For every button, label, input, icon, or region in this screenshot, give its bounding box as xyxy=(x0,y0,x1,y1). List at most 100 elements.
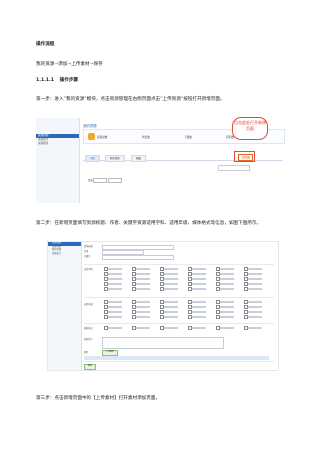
divider xyxy=(84,361,274,362)
option-label-placeholder xyxy=(164,311,178,313)
option-label-placeholder xyxy=(108,283,122,285)
tab-favorites[interactable]: 收藏 xyxy=(131,155,146,162)
option-label-placeholder xyxy=(192,273,206,275)
field-label: 资源简介 xyxy=(84,339,93,341)
option-label-placeholder xyxy=(136,316,150,318)
option-label-placeholder xyxy=(220,283,234,285)
option-label-placeholder xyxy=(220,306,234,308)
option-label-placeholder xyxy=(248,301,262,303)
option-label-placeholder xyxy=(108,306,122,308)
search-input[interactable] xyxy=(218,165,250,171)
filter-label: 筛选 xyxy=(88,179,93,183)
save-button[interactable]: 保存 xyxy=(84,364,96,370)
option-label-placeholder xyxy=(248,288,262,290)
grade-checkbox-grid xyxy=(104,300,269,320)
option-label-placeholder xyxy=(164,283,178,285)
screenshot-add-resource-form: 资源管理 资源列表 我的资源 资源统计 资源标题 作者 关键字 适用学科 适用年… xyxy=(47,241,279,371)
tab-my-resources[interactable]: 我的资源 xyxy=(105,155,125,162)
option-label-placeholder xyxy=(192,306,206,308)
option-label-placeholder xyxy=(108,327,122,329)
field-label: 关键字 xyxy=(84,256,91,259)
option-label-placeholder xyxy=(164,327,178,329)
option-label-placeholder xyxy=(192,283,206,285)
option-label-placeholder xyxy=(136,288,150,290)
option-label-placeholder xyxy=(164,273,178,275)
step-1-text: 第一步：进入“我的资源”模块，点击资源管理在右侧页面点击“上传资源”按钮打开新增… xyxy=(36,97,225,102)
divider xyxy=(84,323,274,324)
option-label-placeholder xyxy=(192,268,206,270)
option-label-placeholder xyxy=(164,288,178,290)
option-label-placeholder xyxy=(220,301,234,303)
sidebar-item[interactable]: 资源统计 xyxy=(48,253,81,257)
option-label-placeholder xyxy=(248,278,262,280)
filter-select[interactable] xyxy=(108,178,123,183)
option-label-placeholder xyxy=(248,268,262,270)
keyword-input[interactable] xyxy=(102,254,174,260)
option-label-placeholder xyxy=(136,311,150,313)
stat-label: 下载数 xyxy=(184,136,192,139)
field-label: 适用学科 xyxy=(84,269,93,271)
option-label-placeholder xyxy=(108,273,122,275)
upload-material-button[interactable]: 上传素材 xyxy=(102,350,118,356)
option-label-placeholder xyxy=(192,316,206,318)
option-label-placeholder xyxy=(220,327,234,329)
option-label-placeholder xyxy=(192,301,206,303)
subsection-title: 操作步骤 xyxy=(59,78,79,83)
option-label-placeholder xyxy=(192,278,206,280)
option-label-placeholder xyxy=(248,306,262,308)
option-label-placeholder xyxy=(164,268,178,270)
stat-label: 资源总数 xyxy=(97,136,108,139)
option-label-placeholder xyxy=(220,278,234,280)
option-label-placeholder xyxy=(192,327,206,329)
field-label: 媒体格式 xyxy=(84,328,93,330)
option-label-placeholder xyxy=(164,278,178,280)
subsection-heading: 1.1.1.1 操作步骤 xyxy=(36,78,78,84)
option-label-placeholder xyxy=(108,278,122,280)
section-heading: 操作流程 xyxy=(36,42,55,47)
filter-row: 筛选 xyxy=(88,178,123,183)
operation-path: 我的资源→添加→上传素材→保存 xyxy=(36,62,103,67)
option-label-placeholder xyxy=(220,288,234,290)
filter-select[interactable] xyxy=(93,178,108,183)
option-label-placeholder xyxy=(248,273,262,275)
option-label-placeholder xyxy=(192,311,206,313)
option-label-placeholder xyxy=(136,306,150,308)
field-label: 资源标题 xyxy=(84,246,93,248)
option-label-placeholder xyxy=(108,288,122,290)
option-label-placeholder xyxy=(136,327,150,329)
sidebar-item-resource-search[interactable]: 资源检索 xyxy=(36,142,79,146)
attachment-header-bar xyxy=(84,356,269,360)
divider xyxy=(84,264,274,265)
option-label-placeholder xyxy=(108,268,122,270)
option-label-placeholder xyxy=(220,316,234,318)
field-label: 附件 xyxy=(84,352,89,354)
highlight-box xyxy=(234,151,255,162)
format-checkbox-grid xyxy=(104,326,269,334)
option-label-placeholder xyxy=(164,316,178,318)
option-label-placeholder xyxy=(164,306,178,308)
sidebar: 资源管理 资源统计 资源检索 xyxy=(36,118,80,203)
subsection-number: 1.1.1.1 xyxy=(36,78,55,83)
tab-all[interactable]: 全部 xyxy=(85,155,100,162)
option-label-placeholder xyxy=(248,316,262,318)
description-textarea[interactable] xyxy=(102,337,224,349)
option-label-placeholder xyxy=(136,278,150,280)
step-2-text: 第二步：在新增页面填写资源标题、作者、关键字资源适用学科、适用年级、媒体格式等信… xyxy=(36,221,262,226)
option-label-placeholder xyxy=(136,268,150,270)
option-label-placeholder xyxy=(164,301,178,303)
option-label-placeholder xyxy=(220,268,234,270)
stat-icon xyxy=(88,133,95,140)
add-resource-form: 资源标题 作者 关键字 xyxy=(84,244,274,260)
option-label-placeholder xyxy=(136,283,150,285)
divider xyxy=(84,297,274,298)
option-label-placeholder xyxy=(248,327,262,329)
field-label: 作者 xyxy=(84,251,89,254)
stat-label: 浏览数 xyxy=(142,136,150,139)
sidebar: 资源管理 资源列表 我的资源 资源统计 xyxy=(48,242,82,370)
option-label-placeholder xyxy=(136,273,150,275)
option-label-placeholder xyxy=(248,283,262,285)
option-label-placeholder xyxy=(220,273,234,275)
option-label-placeholder xyxy=(248,311,262,313)
option-label-placeholder xyxy=(108,311,122,313)
option-label-placeholder xyxy=(108,316,122,318)
